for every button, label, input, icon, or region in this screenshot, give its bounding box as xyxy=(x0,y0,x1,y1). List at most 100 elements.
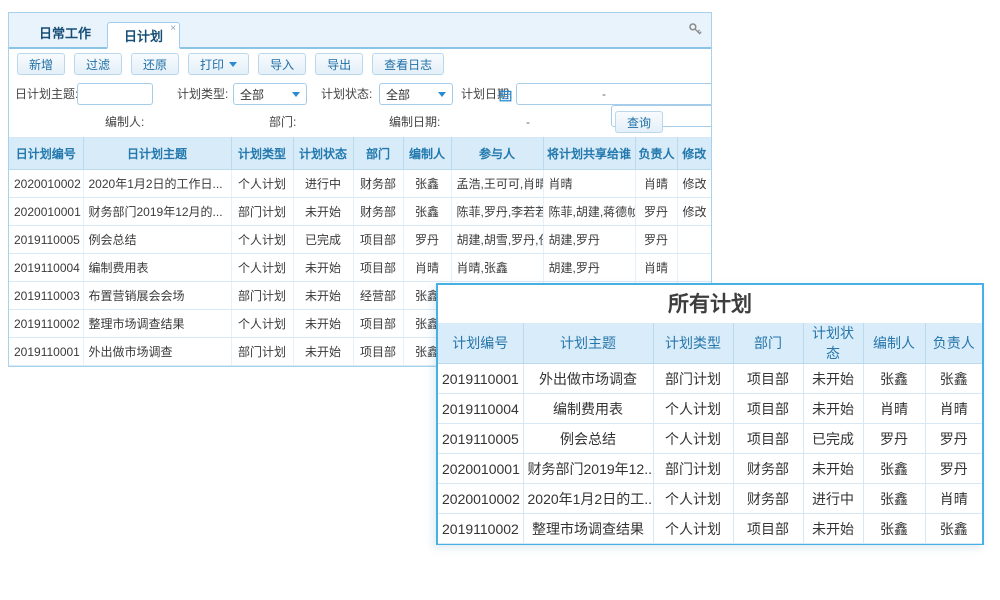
column-header-department[interactable]: 部门 xyxy=(353,138,403,170)
edit-link[interactable]: 修改 xyxy=(677,170,711,198)
plan-subject-link[interactable]: 编制费用表 xyxy=(83,254,231,282)
table-row[interactable]: 2020010001财务部门2019年12月的...部门计划未开始财务部张鑫陈菲… xyxy=(9,198,711,226)
plan-subject-link[interactable]: 2020年1月2日的工作日... xyxy=(83,170,231,198)
plan-type-cell: 个人计划 xyxy=(231,170,293,198)
key-icon[interactable] xyxy=(688,22,703,42)
owner-cell: 肖晴 xyxy=(635,254,677,282)
table-row[interactable]: 2019110004编制费用表个人计划未开始项目部肖晴肖晴,张鑫胡建,罗丹肖晴 xyxy=(9,254,711,282)
search-button[interactable]: 查询 xyxy=(615,111,663,133)
plan-subject-link[interactable]: 财务部门2019年12月的... xyxy=(83,198,231,226)
plan-status-cell: 进行中 xyxy=(293,170,353,198)
calendar-icon[interactable] xyxy=(499,89,512,102)
status-select-value: 全部 xyxy=(386,86,410,103)
plan-id-link[interactable]: 2019110003 xyxy=(9,282,83,310)
restore-button[interactable]: 还原 xyxy=(131,53,179,75)
header-row: 日计划编号日计划主题计划类型计划状态部门编制人参与人将计划共享给谁负责人修改 xyxy=(9,138,711,170)
edit-cell xyxy=(677,254,711,282)
plan-subject-cell: 编制费用表 xyxy=(523,394,653,424)
column-header-plan-status[interactable]: 计划状态 xyxy=(293,138,353,170)
all-plans-window: 所有计划 计划编号计划主题计划类型部门计划状态编制人负责人2019110001外… xyxy=(436,283,984,545)
creator-cell: 张鑫 xyxy=(403,170,451,198)
plan-subject-link[interactable]: 整理市场调查结果 xyxy=(83,310,231,338)
column-header-plan-type[interactable]: 计划类型 xyxy=(231,138,293,170)
column-header-plan-status: 计划状态 xyxy=(803,323,863,364)
filter-button[interactable]: 过滤 xyxy=(74,53,122,75)
plan-id-cell: 2019110004 xyxy=(438,394,523,424)
column-header-owner: 负责人 xyxy=(925,323,982,364)
plan-type-cell: 个人计划 xyxy=(231,226,293,254)
view-log-button[interactable]: 查看日志 xyxy=(372,53,444,75)
creator-cell: 张鑫 xyxy=(403,198,451,226)
table-row[interactable]: 20200100022020年1月2日的工作日...个人计划进行中财务部张鑫孟浩… xyxy=(9,170,711,198)
chevron-down-icon xyxy=(438,92,446,97)
column-header-participants[interactable]: 参与人 xyxy=(451,138,543,170)
participants-cell: 陈菲,罗丹,李若若,罗... xyxy=(451,198,543,226)
new-button[interactable]: 新增 xyxy=(17,53,65,75)
tab-bar: 日常工作 日计划 × xyxy=(9,13,711,49)
tab-daily-work[interactable]: 日常工作 xyxy=(23,20,107,47)
creator-cell: 张鑫 xyxy=(863,364,925,394)
column-header-edit[interactable]: 修改 xyxy=(677,138,711,170)
type-select[interactable]: 全部 xyxy=(233,83,307,105)
department-cell: 项目部 xyxy=(733,514,803,544)
status-label: 计划状态: xyxy=(321,83,372,105)
column-header-creator[interactable]: 编制人 xyxy=(403,138,451,170)
participants-cell: 肖晴,张鑫 xyxy=(451,254,543,282)
department-cell: 项目部 xyxy=(353,226,403,254)
plan-type-cell: 个人计划 xyxy=(231,310,293,338)
type-select-value: 全部 xyxy=(240,86,264,103)
header-row: 计划编号计划主题计划类型部门计划状态编制人负责人 xyxy=(438,323,982,364)
department-cell: 项目部 xyxy=(353,254,403,282)
plan-subject-link[interactable]: 例会总结 xyxy=(83,226,231,254)
subject-input[interactable] xyxy=(77,83,153,105)
plan-id-cell: 2020010001 xyxy=(438,454,523,484)
plan-status-cell: 未开始 xyxy=(293,254,353,282)
plan-date-from-input[interactable] xyxy=(516,83,712,105)
plan-id-link[interactable]: 2019110005 xyxy=(9,226,83,254)
creator-cell: 张鑫 xyxy=(863,484,925,514)
screen: 日常工作 日计划 × 新增 过滤 还原 打印 导入 导出 查看日志 xyxy=(0,0,1000,600)
table-row: 2019110001外出做市场调查部门计划项目部未开始张鑫张鑫 xyxy=(438,364,982,394)
creator-cell: 肖晴 xyxy=(863,394,925,424)
column-header-department: 部门 xyxy=(733,323,803,364)
plan-id-link[interactable]: 2019110001 xyxy=(9,338,83,366)
plan-subject-link[interactable]: 外出做市场调查 xyxy=(83,338,231,366)
export-button[interactable]: 导出 xyxy=(315,53,363,75)
column-header-plan-id[interactable]: 日计划编号 xyxy=(9,138,83,170)
plan-type-cell: 部门计划 xyxy=(231,338,293,366)
status-select[interactable]: 全部 xyxy=(379,83,453,105)
department-cell: 项目部 xyxy=(353,310,403,338)
department-cell: 财务部 xyxy=(733,484,803,514)
plan-status-cell: 未开始 xyxy=(293,282,353,310)
plan-status-cell: 未开始 xyxy=(293,310,353,338)
date-separator: - xyxy=(602,83,606,105)
column-header-owner[interactable]: 负责人 xyxy=(635,138,677,170)
shared-with-cell: 肖晴 xyxy=(543,170,635,198)
import-button[interactable]: 导入 xyxy=(258,53,306,75)
column-header-plan-id: 计划编号 xyxy=(438,323,523,364)
plan-type-cell: 部门计划 xyxy=(653,364,733,394)
tab-daily-plan[interactable]: 日计划 × xyxy=(107,22,180,49)
close-icon[interactable]: × xyxy=(170,24,176,34)
plan-id-link[interactable]: 2019110002 xyxy=(9,310,83,338)
plan-id-link[interactable]: 2020010001 xyxy=(9,198,83,226)
column-header-plan-subject[interactable]: 日计划主题 xyxy=(83,138,231,170)
plan-id-cell: 2019110005 xyxy=(438,424,523,454)
column-header-shared-with[interactable]: 将计划共享给谁 xyxy=(543,138,635,170)
plan-status-cell: 未开始 xyxy=(803,454,863,484)
edit-link[interactable]: 修改 xyxy=(677,198,711,226)
plan-subject-link[interactable]: 布置营销展会会场 xyxy=(83,282,231,310)
column-header-plan-type: 计划类型 xyxy=(653,323,733,364)
table-row[interactable]: 2019110005例会总结个人计划已完成项目部罗丹胡建,胡雪,罗丹,任晓...… xyxy=(9,226,711,254)
plan-id-link[interactable]: 2019110004 xyxy=(9,254,83,282)
plan-status-cell: 未开始 xyxy=(803,394,863,424)
type-label: 计划类型: xyxy=(177,83,228,105)
plan-id-cell: 2019110001 xyxy=(438,364,523,394)
plan-id-cell: 2019110002 xyxy=(438,514,523,544)
print-button[interactable]: 打印 xyxy=(188,53,249,75)
create-date-label: 编制日期: xyxy=(389,111,440,133)
table-row: 2019110004编制费用表个人计划项目部未开始肖晴肖晴 xyxy=(438,394,982,424)
plan-subject-cell: 整理市场调查结果 xyxy=(523,514,653,544)
plan-id-link[interactable]: 2020010002 xyxy=(9,170,83,198)
creator-cell: 肖晴 xyxy=(403,254,451,282)
